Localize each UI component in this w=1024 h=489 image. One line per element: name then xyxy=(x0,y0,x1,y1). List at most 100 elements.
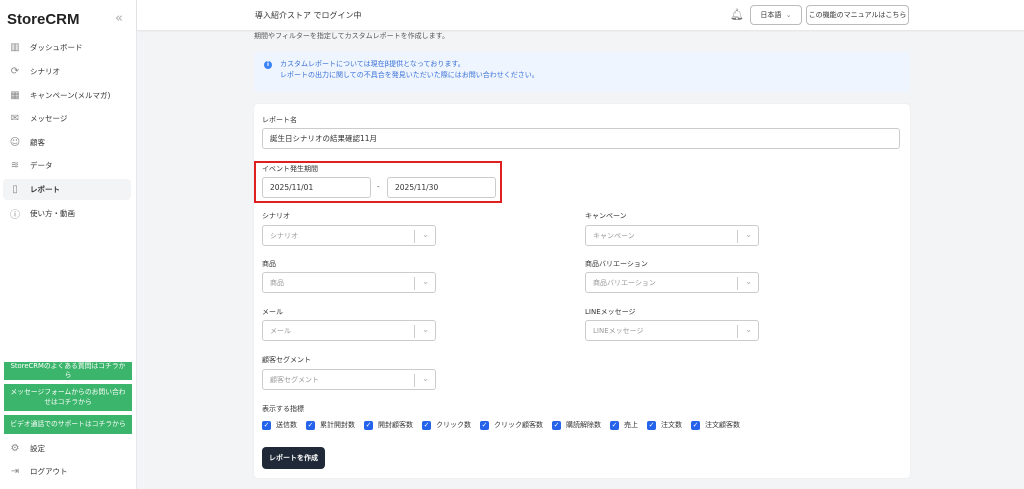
info-banner: i カスタムレポートについては現在β提供となっております。 レポートの出力に関して… xyxy=(254,52,910,92)
metric-checkbox[interactable]: ✓ 累計開封数 xyxy=(306,420,355,430)
chevron-down-icon: ⌄ xyxy=(422,374,429,383)
collapse-sidebar-icon[interactable]: « xyxy=(115,11,123,26)
variation-select[interactable]: 商品バリエーション ⌄ xyxy=(585,272,759,293)
info-text: レポートの出力に関しての不具合を発見いただいた際にはお問い合わせください。 xyxy=(280,70,539,79)
gear-icon: ⚙ xyxy=(10,443,20,454)
metric-checkbox[interactable]: ✓ クリック数 xyxy=(422,420,471,430)
mail-icon: ✉ xyxy=(10,113,20,124)
chevron-down-icon: ⌄ xyxy=(785,11,792,19)
page-subtitle: 期間やフィルターを指定してカスタムレポートを作成します。 xyxy=(254,32,449,40)
metric-label: 購読解除数 xyxy=(566,421,601,429)
check-icon: ✓ xyxy=(552,420,561,430)
metric-label: 売上 xyxy=(624,421,638,429)
report-name-input[interactable]: 誕生日シナリオの結果確認11月 xyxy=(262,128,900,149)
metric-label: 注文数 xyxy=(661,421,682,429)
placeholder: 商品 xyxy=(270,278,284,287)
placeholder: LINEメッセージ xyxy=(593,326,644,335)
info-icon: i xyxy=(264,61,272,69)
placeholder: 商品バリエーション xyxy=(593,278,656,287)
check-icon: ✓ xyxy=(364,420,373,430)
bell-icon[interactable]: 🔔︎ xyxy=(730,8,744,21)
check-icon: ✓ xyxy=(691,420,700,430)
nav-label: 顧客 xyxy=(30,138,45,147)
help-icon: ⓘ xyxy=(10,210,20,221)
line-select[interactable]: LINEメッセージ ⌄ xyxy=(585,320,759,341)
mail-select[interactable]: メール ⌄ xyxy=(262,320,436,341)
metric-label: クリック顧客数 xyxy=(494,421,543,429)
create-report-button[interactable]: レポートを作成 xyxy=(262,447,325,469)
nav-label: メッセージ xyxy=(30,114,68,123)
variation-label: 商品バリエーション xyxy=(585,260,648,268)
manual-button[interactable]: この機能のマニュアルはこちら xyxy=(806,5,909,25)
logout-icon: ⇥ xyxy=(10,466,20,477)
nav-label: ログアウト xyxy=(30,467,68,476)
nav-label: 設定 xyxy=(30,444,45,453)
refresh-icon: ⟳ xyxy=(10,66,20,77)
check-icon: ✓ xyxy=(610,420,619,430)
video-support-button[interactable]: ビデオ通話でのサポートはコチラから xyxy=(4,415,132,434)
chevron-down-icon: ⌄ xyxy=(745,325,752,334)
faq-button[interactable]: StoreCRMのよくある質問はコチラから xyxy=(4,362,132,380)
nav-label: シナリオ xyxy=(30,67,60,76)
product-label: 商品 xyxy=(262,260,276,268)
language-label: 日本語 xyxy=(760,11,782,19)
sidebar-item-customers[interactable]: ☺ 顧客 xyxy=(3,132,131,153)
sidebar-item-report[interactable]: ▯ レポート xyxy=(3,179,131,200)
campaign-label: キャンペーン xyxy=(585,212,627,220)
login-status: 導入紹介ストア でログイン中 xyxy=(255,11,362,20)
placeholder: 顧客セグメント xyxy=(270,375,319,384)
sidebar-item-logout[interactable]: ⇥ ログアウト xyxy=(3,461,131,482)
check-icon: ✓ xyxy=(262,420,271,430)
sidebar-item-scenario[interactable]: ⟳ シナリオ xyxy=(3,61,131,82)
period-label: イベント発生期間 xyxy=(262,165,318,173)
metric-label: 累計開封数 xyxy=(320,421,355,429)
metric-label: 送信数 xyxy=(276,421,297,429)
database-icon: ≋ xyxy=(10,160,20,171)
segment-label: 顧客セグメント xyxy=(262,356,311,364)
metric-checkbox[interactable]: ✓ 開封顧客数 xyxy=(364,420,413,430)
report-name-label: レポート名 xyxy=(262,116,297,124)
logo: StoreCRM xyxy=(7,11,80,28)
calendar-icon: ▦ xyxy=(10,90,20,101)
segment-select[interactable]: 顧客セグメント ⌄ xyxy=(262,369,436,390)
language-select[interactable]: 日本語 ⌄ xyxy=(750,5,802,25)
metric-label: 開封顧客数 xyxy=(378,421,413,429)
users-icon: ☺ xyxy=(9,137,21,148)
placeholder: シナリオ xyxy=(270,231,298,240)
campaign-select[interactable]: キャンペーン ⌄ xyxy=(585,225,759,246)
nav-label: ダッシュボード xyxy=(30,43,83,52)
metric-checkbox[interactable]: ✓ 売上 xyxy=(610,420,638,430)
metrics-checkboxes: ✓ 送信数 ✓ 累計開封数 ✓ 開封顧客数 ✓ クリック数 ✓ クリック顧客数 ✓ 購読解除… xyxy=(262,420,740,430)
report-form: レポート名 誕生日シナリオの結果確認11月 イベント発生期間 2025/11/0… xyxy=(254,104,910,478)
metrics-label: 表示する指標 xyxy=(262,405,304,413)
scenario-label: シナリオ xyxy=(262,212,290,220)
nav-label: キャンペーン(メルマガ) xyxy=(30,91,111,100)
metric-label: 注文顧客数 xyxy=(705,421,740,429)
date-separator: - xyxy=(377,183,380,191)
sidebar-item-help[interactable]: ⓘ 使い方・動画 xyxy=(3,203,131,224)
metric-checkbox[interactable]: ✓ 注文顧客数 xyxy=(691,420,740,430)
start-date-input[interactable]: 2025/11/01 xyxy=(262,177,371,198)
check-icon: ✓ xyxy=(647,420,656,430)
header: 導入紹介ストア でログイン中 🔔︎ 日本語 ⌄ この機能のマニュアルはこちら xyxy=(137,0,1024,30)
product-select[interactable]: 商品 ⌄ xyxy=(262,272,436,293)
check-icon: ✓ xyxy=(306,420,315,430)
end-date-input[interactable]: 2025/11/30 xyxy=(387,177,496,198)
chevron-down-icon: ⌄ xyxy=(422,230,429,239)
sidebar-item-message[interactable]: ✉ メッセージ xyxy=(3,108,131,129)
metric-checkbox[interactable]: ✓ 送信数 xyxy=(262,420,297,430)
sidebar-item-settings[interactable]: ⚙ 設定 xyxy=(3,438,131,459)
line-label: LINEメッセージ xyxy=(585,308,636,316)
placeholder: メール xyxy=(270,326,291,335)
sidebar-item-campaign[interactable]: ▦ キャンペーン(メルマガ) xyxy=(3,85,131,106)
metric-checkbox[interactable]: ✓ 購読解除数 xyxy=(552,420,601,430)
document-icon: ▯ xyxy=(12,184,18,195)
sidebar-item-dashboard[interactable]: ▥ ダッシュボード xyxy=(3,37,131,58)
contact-form-button[interactable]: メッセージフォームからのお問い合わせはコチラから xyxy=(4,384,132,411)
metric-checkbox[interactable]: ✓ クリック顧客数 xyxy=(480,420,543,430)
check-icon: ✓ xyxy=(480,420,489,430)
metric-label: クリック数 xyxy=(436,421,471,429)
scenario-select[interactable]: シナリオ ⌄ xyxy=(262,225,436,246)
sidebar-item-data[interactable]: ≋ データ xyxy=(3,155,131,176)
metric-checkbox[interactable]: ✓ 注文数 xyxy=(647,420,682,430)
